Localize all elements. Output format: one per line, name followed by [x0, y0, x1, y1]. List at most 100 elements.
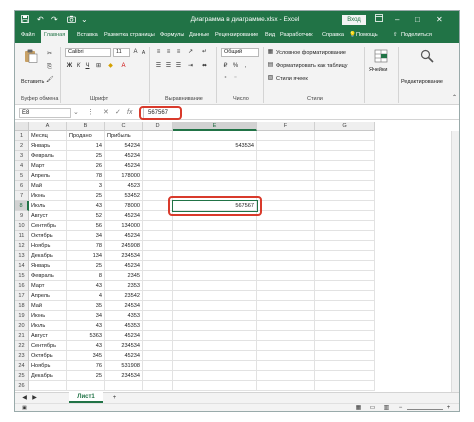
collapse-ribbon-icon[interactable]: ⌃	[451, 95, 458, 102]
table-cell[interactable]: 134000	[105, 221, 143, 231]
tab-page-layout[interactable]: Разметка страницы	[104, 32, 155, 38]
table-cell[interactable]: Август	[29, 211, 67, 221]
table-cell[interactable]: 178000	[105, 171, 143, 181]
table-cell[interactable]	[173, 231, 257, 241]
table-cell[interactable]	[315, 331, 375, 341]
table-cell[interactable]	[257, 351, 315, 361]
tell-me-label[interactable]: Помощь	[356, 32, 378, 38]
decrease-decimal-icon[interactable]: ⁻	[232, 76, 239, 83]
table-cell[interactable]	[173, 161, 257, 171]
row-header[interactable]: 20	[15, 321, 29, 331]
redo-icon[interactable]: ↷	[51, 15, 58, 25]
row-header[interactable]: 24	[15, 361, 29, 371]
cut-icon[interactable]: ✂	[46, 51, 53, 58]
row-header[interactable]: 26	[15, 381, 29, 391]
cells-icon[interactable]	[374, 49, 388, 63]
currency-icon[interactable]: ₽	[222, 63, 229, 70]
row-header[interactable]: 4	[15, 161, 29, 171]
insert-function-button[interactable]: fx	[127, 108, 132, 118]
login-button[interactable]: Вход	[342, 15, 366, 25]
table-cell[interactable]	[143, 141, 173, 151]
cancel-icon[interactable]: ✕	[103, 108, 109, 118]
table-cell[interactable]	[143, 261, 173, 271]
table-cell[interactable]: Июнь	[29, 191, 67, 201]
table-cell[interactable]	[315, 321, 375, 331]
table-cell[interactable]: 76	[67, 361, 105, 371]
table-cell[interactable]	[173, 241, 257, 251]
orientation-icon[interactable]: ↗	[187, 49, 194, 56]
align-middle-icon[interactable]: ≡	[165, 49, 172, 56]
table-cell[interactable]: Февраль	[29, 151, 67, 161]
table-cell[interactable]	[143, 281, 173, 291]
table-cell[interactable]	[173, 311, 257, 321]
table-cell[interactable]	[257, 381, 315, 391]
font-size-combo[interactable]: 11	[113, 48, 130, 57]
table-cell[interactable]: Месяц	[29, 131, 67, 141]
table-cell[interactable]	[143, 131, 173, 141]
table-cell[interactable]	[315, 311, 375, 321]
table-cell[interactable]	[173, 251, 257, 261]
table-cell[interactable]	[143, 361, 173, 371]
table-cell[interactable]: 2345	[105, 271, 143, 281]
table-cell[interactable]: 43	[67, 321, 105, 331]
row-header[interactable]: 16	[15, 281, 29, 291]
format-as-table-button[interactable]: Форматировать как таблицу	[276, 63, 348, 69]
row-header[interactable]: 14	[15, 261, 29, 271]
row-header[interactable]: 12	[15, 241, 29, 251]
table-cell[interactable]	[257, 161, 315, 171]
table-cell[interactable]	[143, 251, 173, 261]
table-cell[interactable]: 24534	[105, 301, 143, 311]
table-cell[interactable]: Февраль	[29, 271, 67, 281]
table-cell[interactable]: Октябрь	[29, 351, 67, 361]
table-cell[interactable]	[315, 161, 375, 171]
decrease-font-icon[interactable]: A	[140, 50, 147, 57]
table-cell[interactable]	[315, 131, 375, 141]
undo-icon[interactable]: ↶	[37, 15, 44, 25]
camera-icon[interactable]	[67, 15, 76, 26]
table-cell[interactable]	[257, 201, 315, 211]
table-cell[interactable]: Март	[29, 281, 67, 291]
vertical-scrollbar[interactable]	[451, 131, 459, 392]
increase-font-icon[interactable]: A	[132, 49, 139, 56]
table-cell[interactable]: 345	[67, 351, 105, 361]
increase-decimal-icon[interactable]: ⁺	[222, 76, 229, 83]
table-cell[interactable]	[315, 241, 375, 251]
table-cell[interactable]	[257, 341, 315, 351]
row-header[interactable]: 11	[15, 231, 29, 241]
prev-sheet-icon[interactable]: ◀	[21, 395, 28, 402]
table-cell[interactable]	[143, 291, 173, 301]
tab-data[interactable]: Данные	[189, 32, 209, 38]
column-header-e[interactable]: E	[173, 122, 257, 131]
thousands-icon[interactable]: ,	[242, 63, 249, 70]
table-cell[interactable]: 8	[67, 271, 105, 281]
table-cell[interactable]: 25	[67, 371, 105, 381]
row-header[interactable]: 2	[15, 141, 29, 151]
tab-developer[interactable]: Разработчик	[280, 32, 313, 38]
table-cell[interactable]	[143, 381, 173, 391]
table-cell[interactable]	[257, 221, 315, 231]
table-cell[interactable]: Ноябрь	[29, 361, 67, 371]
paste-label[interactable]: Вставить	[21, 79, 44, 85]
table-cell[interactable]	[315, 301, 375, 311]
bold-icon[interactable]: Ж	[66, 63, 73, 70]
align-right-icon[interactable]: ☰	[175, 63, 182, 70]
table-cell[interactable]	[173, 381, 257, 391]
worksheet-grid[interactable]: A B C D E F G 1 Месяц Продано Прибыль 2 Январь 14 5423…	[15, 122, 459, 392]
percent-icon[interactable]: %	[232, 63, 239, 70]
table-cell[interactable]: 35	[67, 301, 105, 311]
table-cell[interactable]	[173, 371, 257, 381]
column-header-a[interactable]: A	[29, 122, 67, 131]
table-cell[interactable]	[315, 281, 375, 291]
table-cell[interactable]: 26	[67, 161, 105, 171]
row-header[interactable]: 10	[15, 221, 29, 231]
table-cell[interactable]	[143, 321, 173, 331]
table-cell[interactable]	[173, 291, 257, 301]
table-cell[interactable]	[173, 131, 257, 141]
column-header-c[interactable]: C	[105, 122, 143, 131]
table-cell[interactable]: 234534	[105, 251, 143, 261]
table-cell[interactable]: 4353	[105, 311, 143, 321]
table-cell[interactable]	[173, 361, 257, 371]
row-header[interactable]: 6	[15, 181, 29, 191]
table-cell[interactable]	[257, 361, 315, 371]
table-cell[interactable]: 43	[67, 281, 105, 291]
